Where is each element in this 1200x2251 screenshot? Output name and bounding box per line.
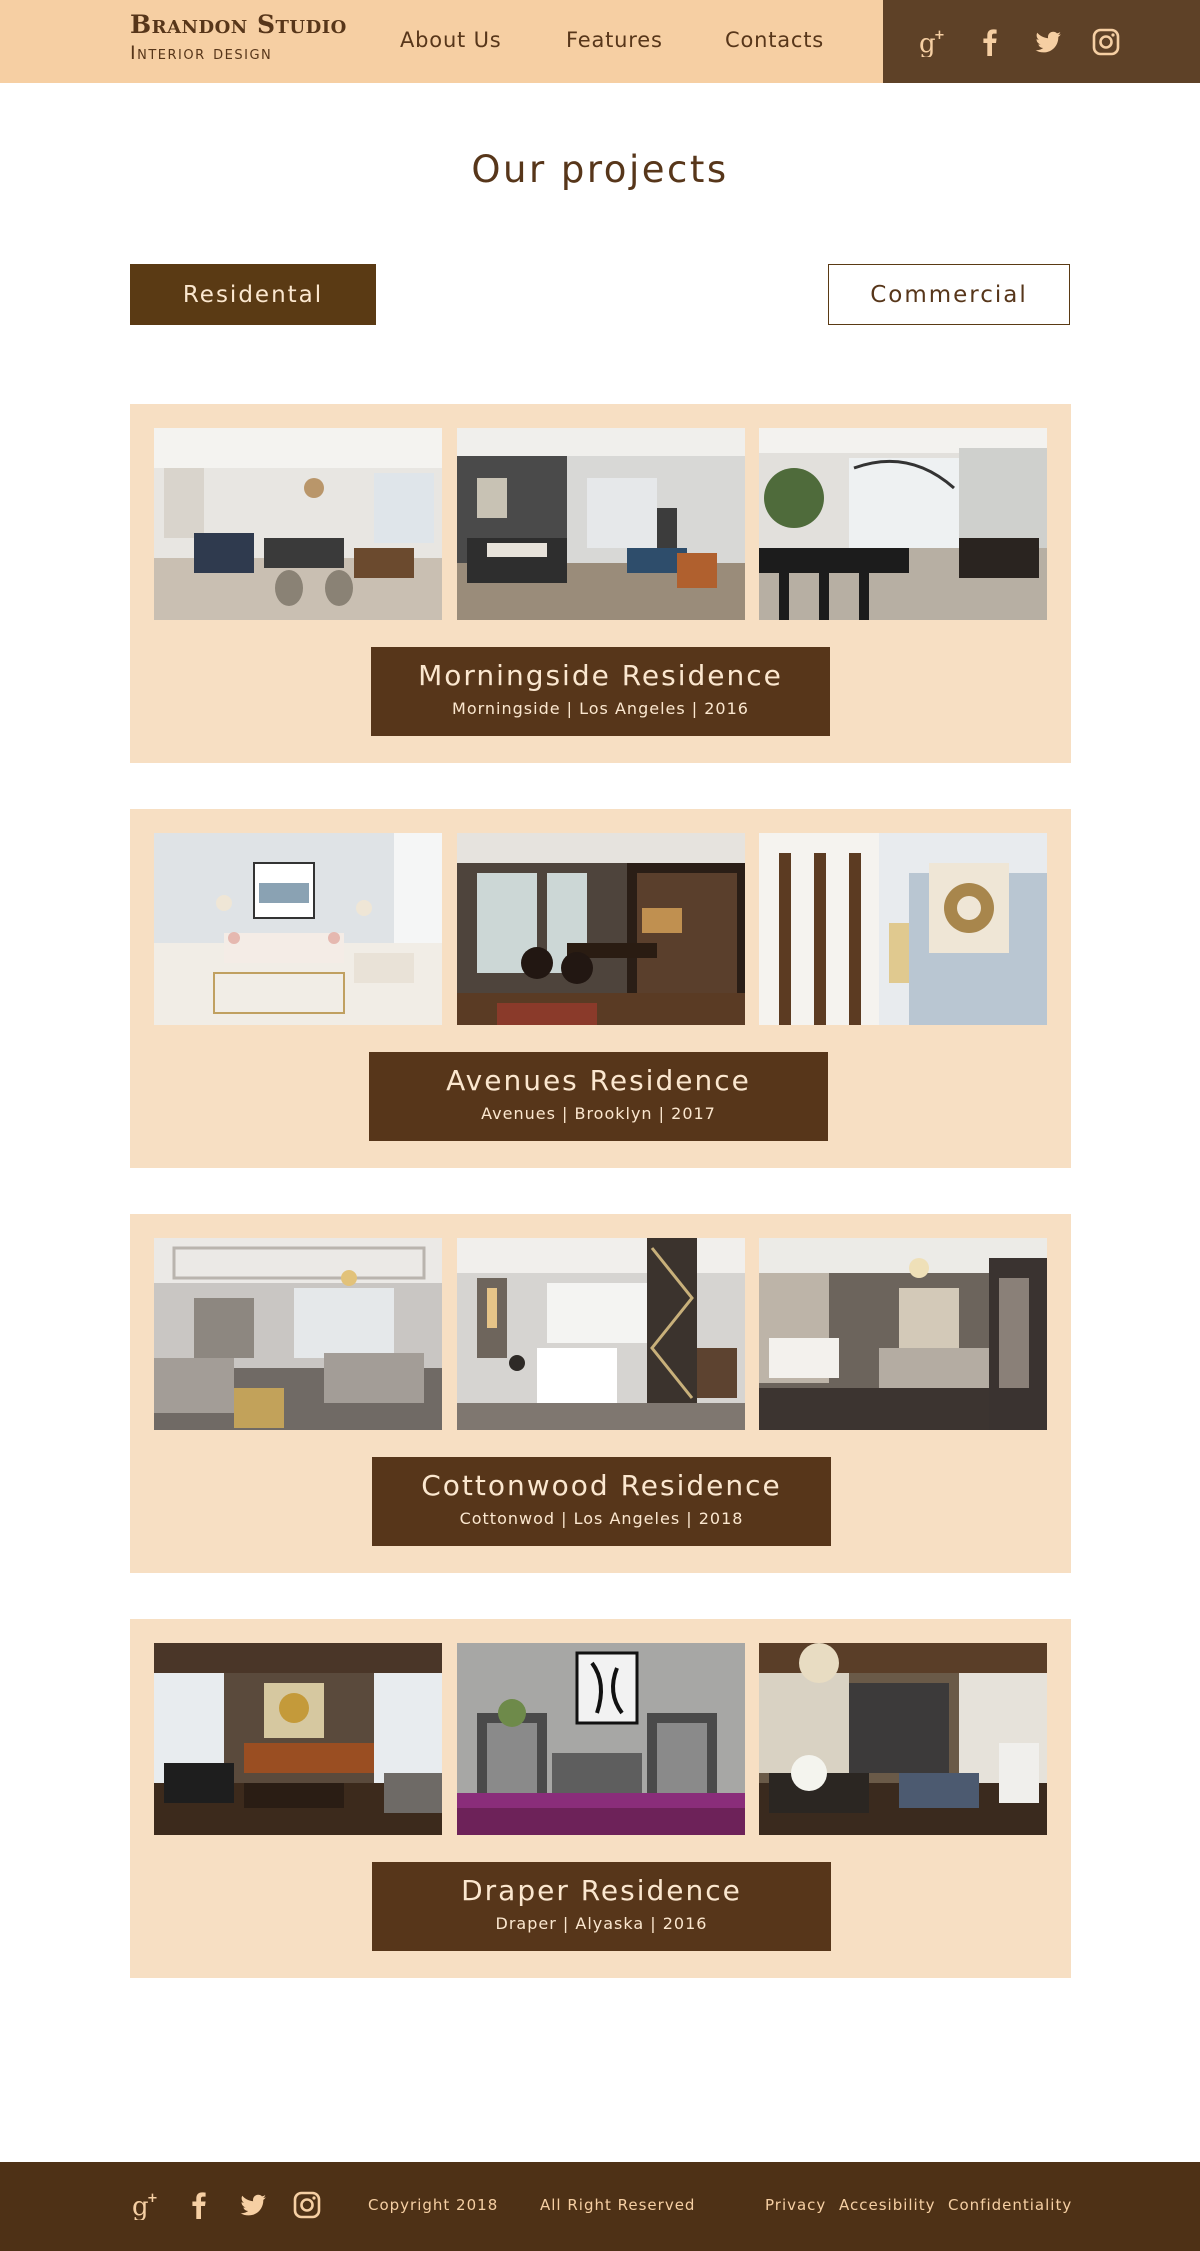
commercial-filter-button[interactable]: Commercial (828, 264, 1070, 325)
residential-filter-button[interactable]: Residental (130, 264, 376, 325)
project-subtitle: Draper | Alyaska | 2016 (495, 1914, 708, 1933)
footer-rights: All Right Reserved (540, 2196, 696, 2214)
project-photos (154, 428, 1047, 620)
project-card-draper[interactable]: Draper Residence Draper | Alyaska | 2016 (130, 1619, 1071, 1978)
google-plus-icon[interactable]: g + (130, 2190, 160, 2220)
project-photo[interactable] (759, 1238, 1047, 1430)
project-title: Draper Residence (461, 1874, 742, 1907)
project-photo[interactable] (154, 428, 442, 620)
project-title: Cottonwood Residence (421, 1469, 782, 1502)
project-photo[interactable] (154, 833, 442, 1025)
svg-text:+: + (934, 28, 945, 43)
site-footer: g + Copyright 2018 All Right Reserved Pri… (0, 2162, 1200, 2251)
brand-name: Brandon Studio (130, 10, 347, 39)
project-card-cottonwood[interactable]: Cottonwood Residence Cottonwod | Los Ang… (130, 1214, 1071, 1573)
instagram-icon[interactable] (292, 2190, 322, 2220)
twitter-icon[interactable] (1033, 27, 1063, 57)
twitter-icon[interactable] (238, 2190, 268, 2220)
project-card-morningside[interactable]: Morningside Residence Morningside | Los … (130, 404, 1071, 763)
project-photo[interactable] (154, 1643, 442, 1835)
project-subtitle: Morningside | Los Angeles | 2016 (452, 699, 749, 718)
project-photo[interactable] (759, 428, 1047, 620)
project-photos (154, 1238, 1047, 1430)
project-photo[interactable] (154, 1238, 442, 1430)
brand-logo[interactable]: Brandon Studio Interior design (130, 10, 347, 66)
nav-contacts[interactable]: Contacts (725, 28, 824, 52)
nav-features[interactable]: Features (566, 28, 663, 52)
footer-link-confidentiality[interactable]: Confidentiality (948, 2196, 1072, 2214)
project-title: Morningside Residence (418, 659, 783, 692)
project-photo[interactable] (456, 833, 745, 1025)
footer-copyright: Copyright 2018 (368, 2196, 499, 2214)
footer-social-links: g + (130, 2190, 322, 2220)
brand-tagline: Interior design (130, 42, 273, 64)
facebook-icon[interactable] (975, 27, 1005, 57)
project-photo[interactable] (456, 428, 745, 620)
project-caption[interactable]: Cottonwood Residence Cottonwod | Los Ang… (372, 1457, 831, 1546)
site-header: Brandon Studio Interior design About Us … (0, 0, 1200, 83)
project-photo[interactable] (759, 833, 1047, 1025)
project-subtitle: Cottonwod | Los Angeles | 2018 (459, 1509, 744, 1528)
footer-link-accessibility[interactable]: Accesibility (839, 2196, 936, 2214)
project-photo[interactable] (456, 1238, 745, 1430)
svg-text:+: + (147, 2191, 158, 2206)
project-photos (154, 833, 1047, 1025)
facebook-icon[interactable] (184, 2190, 214, 2220)
project-card-avenues[interactable]: Avenues Residence Avenues | Brooklyn | 2… (130, 809, 1071, 1168)
project-photos (154, 1643, 1047, 1835)
project-photo[interactable] (759, 1643, 1047, 1835)
project-title: Avenues Residence (446, 1064, 751, 1097)
footer-link-privacy[interactable]: Privacy (765, 2196, 826, 2214)
project-caption[interactable]: Morningside Residence Morningside | Los … (371, 647, 830, 736)
nav-about-us[interactable]: About Us (400, 28, 501, 52)
header-social-links: g + (883, 0, 1200, 83)
project-photo[interactable] (456, 1643, 745, 1835)
instagram-icon[interactable] (1091, 27, 1121, 57)
project-caption[interactable]: Draper Residence Draper | Alyaska | 2016 (372, 1862, 831, 1951)
project-caption[interactable]: Avenues Residence Avenues | Brooklyn | 2… (369, 1052, 828, 1141)
google-plus-icon[interactable]: g + (917, 27, 947, 57)
page-title: Our projects (471, 148, 729, 191)
project-subtitle: Avenues | Brooklyn | 2017 (481, 1104, 716, 1123)
